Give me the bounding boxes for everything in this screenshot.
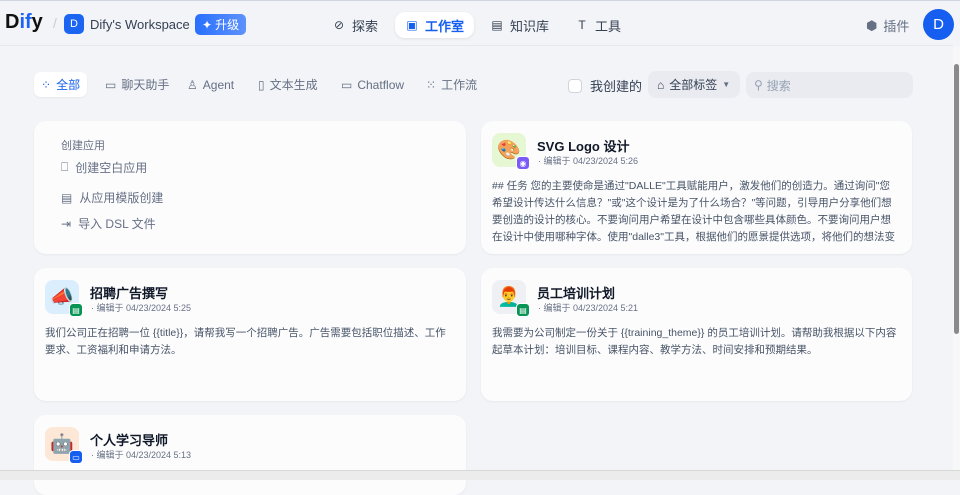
- dify-logo[interactable]: Dify: [5, 11, 43, 34]
- grid-icon: ⁘: [41, 77, 52, 92]
- nav-tools[interactable]: T 工具: [565, 12, 631, 38]
- nav-knowledge[interactable]: ▤ 知识库: [480, 12, 559, 38]
- upgrade-button[interactable]: ✦ 升级: [195, 14, 247, 35]
- template-icon: ▤: [61, 190, 73, 205]
- nav-label: 知识库: [510, 18, 550, 34]
- logo-text-accent: if: [19, 11, 32, 33]
- checkbox[interactable]: [568, 78, 582, 93]
- hammer-icon: T: [578, 18, 586, 32]
- plugins-button[interactable]: ⬢ 插件: [866, 16, 909, 35]
- robot-icon: ▣: [406, 18, 418, 32]
- chatflow-icon: ▭: [341, 77, 353, 92]
- search-placeholder: 搜索: [766, 78, 791, 93]
- app-description: 我需要为公司制定一份关于 {{training_theme}} 的员工培训计划。…: [492, 327, 897, 356]
- app-edited-time: · 编辑于 04/23/2024 5:13: [91, 450, 192, 460]
- tab-label: Agent: [202, 77, 235, 92]
- top-header: Dify / D Dify's Workspace ▼ ✦升级 ⊘ 探索 ▣ 工作室…: [0, 1, 954, 46]
- checkbox-label: 我创建的: [590, 79, 643, 94]
- tab-label: 聊天助手: [121, 78, 170, 92]
- tab-label: 文本生成: [269, 78, 318, 92]
- sparkle-icon: ✦: [202, 17, 213, 32]
- item-label: 创建空白应用: [75, 161, 148, 175]
- create-blank-app[interactable]: ⎕ 创建空白应用: [61, 159, 147, 176]
- workflow-icon: ⁙: [426, 77, 437, 92]
- tab-label: 全部: [56, 78, 81, 92]
- tab-label: 工作流: [441, 78, 478, 92]
- tab-all[interactable]: ⁘ 全部: [34, 72, 88, 97]
- tag-icon: ⌂: [657, 77, 665, 92]
- app-name: 招聘广告撰写: [90, 286, 169, 301]
- chevron-down-icon: ▼: [722, 80, 731, 89]
- scrollbar-thumb[interactable]: [954, 64, 959, 334]
- app-card[interactable]: 🎨 ◉ SVG Logo 设计 · 编辑于 04/23/2024 5:26 ##…: [481, 121, 912, 254]
- item-label: 导入 DSL 文件: [78, 217, 156, 231]
- app-name: SVG Logo 设计: [537, 139, 630, 154]
- workspace-name: Dify's Workspace: [90, 16, 190, 32]
- workspace-selector[interactable]: D Dify's Workspace ▼: [64, 14, 205, 34]
- logo-text: D: [5, 11, 20, 33]
- app-name: 员工培训计划: [537, 286, 616, 301]
- app-name: 个人学习导师: [90, 433, 169, 448]
- app-card[interactable]: 📣 ▤ 招聘广告撰写 · 编辑于 04/23/2024 5:25 我们公司正在招…: [34, 268, 466, 401]
- nav-label: 工作室: [425, 18, 465, 34]
- completion-badge-icon: ▤: [69, 303, 83, 317]
- completion-badge-icon: ▤: [516, 303, 530, 317]
- plugins-label: 插件: [883, 19, 910, 34]
- item-label: 从应用模版创建: [79, 191, 164, 205]
- book-icon: ▤: [491, 18, 503, 32]
- taskbar: [0, 470, 960, 480]
- user-avatar[interactable]: D: [923, 9, 954, 40]
- app-edited-time: · 编辑于 04/23/2024 5:26: [538, 156, 639, 166]
- tags-label: 全部标签: [669, 78, 718, 92]
- agent-icon: ♙: [187, 77, 198, 92]
- app-card[interactable]: 🤖 ▭ 个人学习导师 · 编辑于 04/23/2024 5:13: [34, 415, 466, 495]
- compass-icon: ⊘: [333, 18, 345, 32]
- divider: /: [53, 15, 57, 31]
- upgrade-label: 升级: [215, 18, 240, 32]
- nav-studio[interactable]: ▣ 工作室: [395, 12, 475, 38]
- app-edited-time: · 编辑于 04/23/2024 5:21: [538, 303, 639, 313]
- create-app-card: 创建应用 ⎕ 创建空白应用 ▤ 从应用模版创建 ⇥ 导入 DSL 文件: [34, 121, 466, 254]
- app-card[interactable]: 👨‍🦰 ▤ 员工培训计划 · 编辑于 04/23/2024 5:21 我需要为公…: [481, 268, 912, 401]
- create-from-template[interactable]: ▤ 从应用模版创建: [61, 189, 163, 206]
- import-icon: ⇥: [61, 216, 72, 231]
- search-icon: ⚲: [754, 78, 763, 92]
- tab-chatbot[interactable]: ▭ 聊天助手: [98, 72, 176, 97]
- app-description: 我们公司正在招聘一位 {{title}}，请帮我写一个招聘广告。广告需要包括职位…: [45, 327, 446, 356]
- tag-filter-dropdown[interactable]: ⌂ 全部标签 ▼: [648, 71, 740, 98]
- app-edited-time: · 编辑于 04/23/2024 5:25: [91, 303, 192, 313]
- nav-explore[interactable]: ⊘ 探索: [322, 12, 388, 38]
- chat-icon: ▭: [105, 77, 117, 92]
- tab-label: Chatflow: [357, 77, 405, 92]
- nav-label: 工具: [595, 18, 622, 34]
- agent-badge-icon: ◉: [516, 156, 530, 170]
- created-by-me-checkbox[interactable]: 我创建的: [568, 76, 642, 95]
- nav-label: 探索: [352, 18, 379, 34]
- file-plus-icon: ⎕: [61, 160, 69, 174]
- logo-text-end: y: [31, 11, 43, 33]
- import-dsl[interactable]: ⇥ 导入 DSL 文件: [61, 215, 156, 232]
- document-icon: ▯: [258, 77, 265, 92]
- tab-agent[interactable]: ♙ Agent: [180, 72, 241, 97]
- tab-chatflow[interactable]: ▭ Chatflow: [334, 72, 411, 97]
- app-description: ## 任务 您的主要使命是通过"DALLE"工具赋能用户，激发他们的创造力。通过…: [492, 180, 895, 243]
- search-input[interactable]: ⚲ 搜索: [746, 72, 913, 98]
- cube-icon: ⬢: [866, 17, 878, 33]
- tab-completion[interactable]: ▯ 文本生成: [251, 72, 325, 97]
- tab-workflow[interactable]: ⁙ 工作流: [419, 72, 484, 97]
- workspace-avatar: D: [64, 14, 84, 34]
- chat-badge-icon: ▭: [69, 450, 83, 464]
- create-app-title: 创建应用: [61, 140, 105, 152]
